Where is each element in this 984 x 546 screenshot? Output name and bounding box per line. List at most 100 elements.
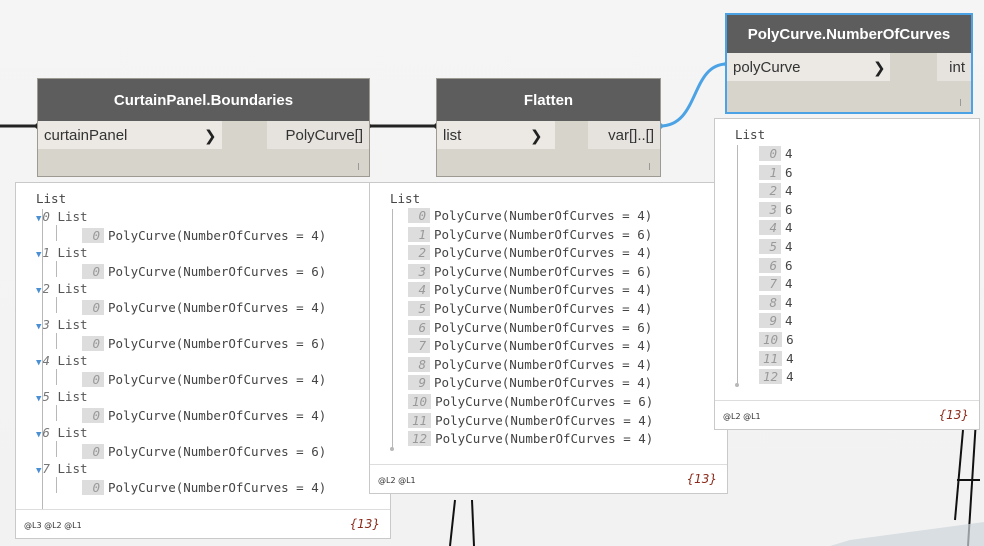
sublist-index: 4 bbox=[42, 353, 50, 368]
list-item: 3 PolyCurve(NumberOfCurves = 6) bbox=[408, 263, 652, 281]
collapse-arrow-icon[interactable]: ▼ bbox=[36, 466, 41, 476]
list-item: 84 bbox=[759, 294, 793, 312]
item-value: 4 bbox=[786, 369, 794, 385]
sublist-label: List bbox=[57, 209, 88, 224]
tree-end-dot bbox=[390, 447, 394, 451]
list-item: 0 PolyCurve(NumberOfCurves = 4) bbox=[82, 371, 326, 389]
sublist-header[interactable]: ▼7 List bbox=[36, 461, 88, 476]
item-index: 6 bbox=[408, 319, 430, 335]
item-index: 0 bbox=[82, 300, 104, 315]
item-value: PolyCurve(NumberOfCurves = 4) bbox=[434, 375, 653, 391]
node-title[interactable]: PolyCurve.NumberOfCurves bbox=[727, 15, 971, 53]
list-item: 5 PolyCurve(NumberOfCurves = 4) bbox=[408, 300, 652, 318]
graph-canvas[interactable]: CurtainPanel.Boundaries curtainPanel ❯ P… bbox=[0, 0, 984, 546]
sublist-header[interactable]: ▼2 List bbox=[36, 281, 88, 296]
sublist-header[interactable]: ▼4 List bbox=[36, 353, 88, 368]
preview-list-title: List bbox=[36, 191, 67, 206]
list-item: 36 bbox=[759, 201, 793, 219]
collapse-arrow-icon[interactable]: ▼ bbox=[36, 214, 41, 224]
item-value: PolyCurve(NumberOfCurves = 6) bbox=[108, 264, 327, 279]
output-port-label: PolyCurve[] bbox=[285, 126, 363, 144]
sublist-tree-line bbox=[56, 369, 57, 385]
preview-flatten[interactable]: List 0 PolyCurve(NumberOfCurves = 4) 1 Poly… bbox=[369, 182, 728, 494]
chevron-right-icon: ❯ bbox=[873, 59, 886, 77]
collapse-arrow-icon[interactable]: ▼ bbox=[36, 358, 41, 368]
list-item: 4 PolyCurve(NumberOfCurves = 4) bbox=[408, 281, 652, 299]
node-polycurve-numberofcurves[interactable]: PolyCurve.NumberOfCurves polyCurve ❯ int bbox=[725, 13, 973, 114]
tree-end-dot bbox=[735, 383, 739, 387]
preview-numberofcurves[interactable]: List 0 4 1 6 2 4 3 6 4 4 5 4 6 6 7 4 8 4 9 4 10 6 11 4 12 4 @L2 @… bbox=[714, 118, 980, 430]
collapse-arrow-icon[interactable]: ▼ bbox=[36, 250, 41, 260]
tree-line bbox=[737, 145, 738, 385]
preview-footer: @L3 @L2 @L1 {13} bbox=[16, 509, 390, 538]
chevron-right-icon: ❯ bbox=[204, 127, 217, 145]
list-levels: @L3 @L2 @L1 bbox=[24, 521, 82, 530]
list-levels: @L2 @L1 bbox=[378, 476, 416, 485]
list-item: 0 PolyCurve(NumberOfCurves = 4) bbox=[82, 299, 326, 317]
item-value: PolyCurve(NumberOfCurves = 4) bbox=[434, 356, 653, 372]
item-index: 0 bbox=[82, 336, 104, 351]
collapse-arrow-icon[interactable]: ▼ bbox=[36, 322, 41, 332]
item-value: PolyCurve(NumberOfCurves = 4) bbox=[434, 245, 653, 261]
preview-footer: @L2 @L1 {13} bbox=[370, 464, 727, 493]
item-index: 4 bbox=[408, 282, 430, 298]
preview-boundaries[interactable]: List ▼0 List 0 PolyCurve(NumberOfCurves = … bbox=[15, 182, 391, 539]
input-port-polycurve[interactable]: polyCurve bbox=[727, 53, 890, 81]
lacing-indicator bbox=[960, 99, 961, 106]
item-index: 0 bbox=[82, 444, 104, 459]
geometry-line bbox=[449, 499, 456, 546]
list-item: 1 PolyCurve(NumberOfCurves = 6) bbox=[408, 226, 652, 244]
node-curtainpanel-boundaries[interactable]: CurtainPanel.Boundaries curtainPanel ❯ P… bbox=[37, 78, 370, 177]
node-title[interactable]: Flatten bbox=[437, 79, 660, 121]
list-item: 10 6 bbox=[759, 331, 794, 349]
sublist-tree-line bbox=[56, 225, 57, 241]
output-port-polycurve[interactable]: PolyCurve[] bbox=[267, 121, 369, 149]
item-value: 4 bbox=[785, 220, 793, 236]
input-port-label: polyCurve bbox=[733, 58, 801, 76]
tree-line bbox=[392, 209, 393, 449]
item-index: 4 bbox=[759, 220, 781, 236]
sublist-header[interactable]: ▼6 List bbox=[36, 425, 88, 440]
item-index: 8 bbox=[759, 294, 781, 310]
item-value: PolyCurve(NumberOfCurves = 6) bbox=[434, 226, 653, 242]
item-value: 4 bbox=[785, 276, 793, 292]
collapse-arrow-icon[interactable]: ▼ bbox=[36, 430, 41, 440]
list-item: 0 PolyCurve(NumberOfCurves = 4) bbox=[408, 207, 652, 225]
item-index: 7 bbox=[759, 276, 781, 292]
sublist-label: List bbox=[57, 353, 88, 368]
item-index: 5 bbox=[408, 301, 430, 316]
sublist-tree-line bbox=[56, 441, 57, 457]
item-value: PolyCurve(NumberOfCurves = 6) bbox=[434, 319, 653, 335]
list-item: 24 bbox=[759, 182, 793, 200]
sublist-label: List bbox=[57, 281, 88, 296]
tree-line bbox=[42, 209, 43, 509]
item-index: 6 bbox=[759, 257, 781, 273]
list-item: 74 bbox=[759, 275, 793, 293]
item-value: 4 bbox=[785, 239, 793, 254]
item-value: PolyCurve(NumberOfCurves = 6) bbox=[434, 263, 653, 279]
list-item: 66 bbox=[759, 257, 793, 275]
item-value: 4 bbox=[785, 294, 793, 310]
item-value: PolyCurve(NumberOfCurves = 4) bbox=[108, 408, 327, 423]
item-index: 9 bbox=[408, 375, 430, 391]
chevron-right-icon: ❯ bbox=[530, 127, 543, 145]
item-index: 0 bbox=[82, 480, 104, 495]
collapse-arrow-icon[interactable]: ▼ bbox=[36, 394, 41, 404]
sublist-header[interactable]: ▼0 List bbox=[36, 209, 88, 224]
output-port-var[interactable]: var[]..[] bbox=[588, 121, 660, 149]
list-item: 12 PolyCurve(NumberOfCurves = 4) bbox=[408, 430, 653, 448]
sublist-index: 6 bbox=[42, 425, 50, 440]
node-flatten[interactable]: Flatten list ❯ var[]..[] bbox=[436, 78, 661, 177]
node-title[interactable]: CurtainPanel.Boundaries bbox=[38, 79, 369, 121]
item-index: 8 bbox=[408, 356, 430, 372]
sublist-header[interactable]: ▼1 List bbox=[36, 245, 88, 260]
collapse-arrow-icon[interactable]: ▼ bbox=[36, 286, 41, 296]
sublist-header[interactable]: ▼3 List bbox=[36, 317, 88, 332]
sublist-header[interactable]: ▼5 List bbox=[36, 389, 88, 404]
output-port-label: var[]..[] bbox=[608, 126, 654, 144]
output-port-int[interactable]: int bbox=[937, 53, 971, 81]
input-port-curtainpanel[interactable]: curtainPanel bbox=[38, 121, 222, 149]
sublist-index: 5 bbox=[42, 389, 50, 404]
item-value: PolyCurve(NumberOfCurves = 4) bbox=[108, 228, 327, 243]
list-item: 54 bbox=[759, 238, 793, 256]
